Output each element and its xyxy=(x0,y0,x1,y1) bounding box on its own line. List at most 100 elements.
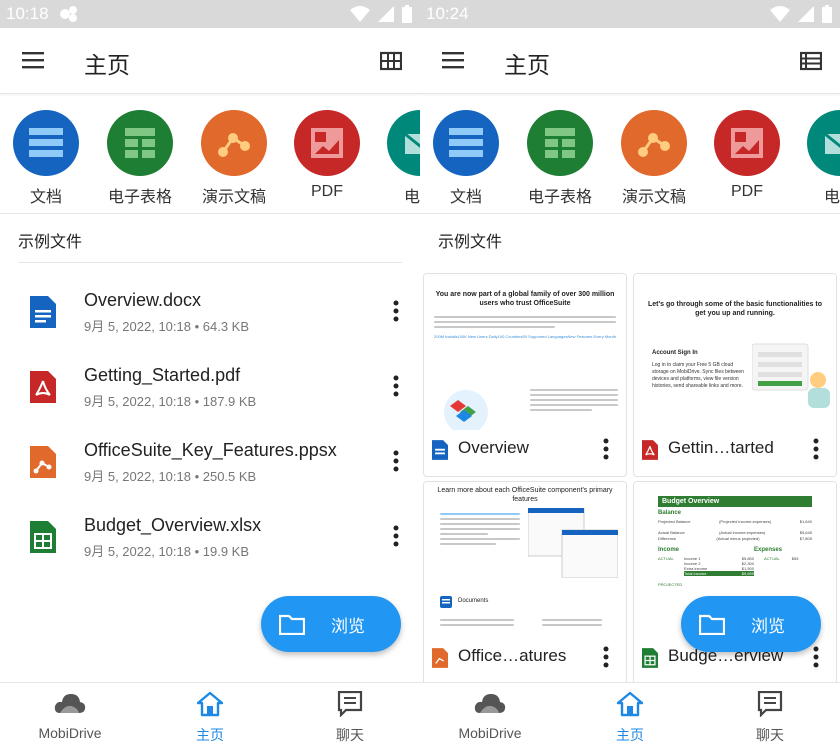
more-vert-icon[interactable] xyxy=(392,450,400,472)
more-vert-icon[interactable] xyxy=(602,438,610,460)
right-screen: 10:24 主页 文档 电子表格 演示文稿 PDF 电 示例文件 You are… xyxy=(420,0,840,747)
xlsx-file-icon xyxy=(30,521,56,553)
category-spreadsheets[interactable]: 电子表格 xyxy=(104,110,176,207)
browse-label: 浏览 xyxy=(331,617,365,636)
category-label: 演示文稿 xyxy=(621,189,686,206)
nav-label: MobiDrive xyxy=(38,725,102,741)
nav-chat[interactable]: 聊天 xyxy=(720,691,820,745)
category-documents[interactable]: 文档 xyxy=(430,110,502,207)
app-bar: 主页 xyxy=(420,28,840,94)
nav-chat[interactable]: 聊天 xyxy=(300,691,400,745)
budget-balance: Balance xyxy=(658,510,682,516)
category-label: 文档 xyxy=(29,189,62,206)
budget-value: $7,805 xyxy=(799,536,812,541)
browse-button[interactable]: 浏览 xyxy=(261,596,401,652)
presentations-icon xyxy=(201,110,267,176)
category-presentations[interactable]: 演示文稿 xyxy=(198,110,270,207)
pdf-file-icon xyxy=(30,371,56,403)
category-label: PDF xyxy=(731,183,763,200)
app-screens-illustration xyxy=(528,508,618,578)
nav-home[interactable]: 主页 xyxy=(160,691,260,745)
email-icon xyxy=(807,110,840,176)
file-row-budget[interactable]: Budget_Overview.xlsx 9月 5, 2022, 10:18 •… xyxy=(0,511,420,585)
stat: New Features Every Month xyxy=(567,334,616,339)
pdf-file-icon xyxy=(642,440,658,460)
file-name: Gettin…tarted xyxy=(668,438,774,457)
category-label: 电子 xyxy=(403,189,420,206)
budget-title: Budget Overview xyxy=(658,496,812,507)
more-vert-icon[interactable] xyxy=(392,525,400,547)
expense-value: $55 xyxy=(791,556,799,561)
budget-label: Projected Balance xyxy=(658,519,691,524)
category-documents[interactable]: 文档 xyxy=(10,110,82,207)
budget-label: Actual Balance xyxy=(658,530,685,535)
bottom-nav: MobiDrive 主页 聊天 xyxy=(0,682,420,747)
category-email[interactable]: 电子 xyxy=(384,110,420,207)
category-presentations[interactable]: 演示文稿 xyxy=(618,110,690,207)
file-card-getting-started[interactable]: Let's go through some of the basic funct… xyxy=(633,273,837,477)
wifi-icon xyxy=(770,6,790,22)
signal-icon xyxy=(798,6,814,22)
suite-illustration xyxy=(444,390,488,430)
category-label: 电子表格 xyxy=(527,189,592,206)
docx-file-icon xyxy=(432,440,448,460)
file-card-key-features[interactable]: Learn more about each OfficeSuite compon… xyxy=(423,481,627,685)
left-screen: 10:18 主页 文档 电子表格 演示文稿 PDF 电 示例文件 Overvie… xyxy=(0,0,420,747)
signal-icon xyxy=(378,6,394,22)
ppsx-file-icon xyxy=(30,446,56,478)
cloud-icon xyxy=(474,694,506,713)
category-pdf[interactable]: PDF xyxy=(291,110,363,201)
more-vert-icon[interactable] xyxy=(392,300,400,322)
budget-income: Income xyxy=(658,547,680,553)
more-vert-icon[interactable] xyxy=(602,646,610,668)
file-name: Office…atures xyxy=(458,646,567,665)
menu-icon[interactable] xyxy=(442,51,464,69)
grid-view-icon[interactable] xyxy=(380,51,402,71)
file-row-overview[interactable]: Overview.docx 9月 5, 2022, 10:18 • 64.3 K… xyxy=(0,286,420,360)
folder-icon xyxy=(279,614,305,635)
category-email[interactable]: 电子 xyxy=(804,110,840,207)
nav-mobidrive[interactable]: MobiDrive xyxy=(20,691,120,741)
file-thumbnail: Let's go through some of the basic funct… xyxy=(634,274,836,432)
presentations-icon xyxy=(621,110,687,176)
category-label: 电子 xyxy=(823,189,840,206)
thumb-title: Learn more about each OfficeSuite compon… xyxy=(437,487,613,503)
chat-icon xyxy=(337,691,363,717)
file-meta: 9月 5, 2022, 10:18 • 64.3 KB xyxy=(84,319,250,334)
cloud-icon xyxy=(54,694,86,713)
budget-value: $1,640 xyxy=(799,519,812,524)
browse-label: 浏览 xyxy=(751,617,785,636)
income-label: Total income xyxy=(684,571,707,576)
budget-projected: PROJECTED xyxy=(658,582,683,587)
more-vert-icon[interactable] xyxy=(392,375,400,397)
notification-icon xyxy=(60,6,77,22)
budget-actual: ACTUAL xyxy=(658,556,674,561)
battery-icon xyxy=(822,5,832,23)
bottom-nav: MobiDrive 主页 聊天 xyxy=(420,682,840,747)
battery-icon xyxy=(402,5,412,23)
list-view-icon[interactable] xyxy=(800,51,822,71)
thumb-subtitle: Documents xyxy=(458,598,489,604)
file-card-budget[interactable]: Budget Overview Balance Projected Balanc… xyxy=(633,481,837,685)
nav-label: 聊天 xyxy=(756,727,784,743)
category-pdf[interactable]: PDF xyxy=(711,110,783,201)
file-card-overview[interactable]: You are now part of a global family of o… xyxy=(423,273,627,477)
income-value: $9,699 xyxy=(741,571,754,576)
menu-icon[interactable] xyxy=(22,51,44,69)
pdf-icon xyxy=(294,110,360,176)
more-vert-icon[interactable] xyxy=(812,438,820,460)
browse-button[interactable]: 浏览 xyxy=(681,596,821,652)
ppsx-file-icon xyxy=(432,648,448,668)
more-vert-icon[interactable] xyxy=(812,646,820,668)
file-name: Overview xyxy=(458,438,529,457)
file-row-getting-started[interactable]: Getting_Started.pdf 9月 5, 2022, 10:18 • … xyxy=(0,361,420,435)
spreadsheets-icon xyxy=(527,110,593,176)
nav-home[interactable]: 主页 xyxy=(580,691,680,745)
budget-note: (Actual income-expenses) xyxy=(719,530,766,535)
nav-mobidrive[interactable]: MobiDrive xyxy=(440,691,540,741)
category-spreadsheets[interactable]: 电子表格 xyxy=(524,110,596,207)
section-title: 示例文件 xyxy=(18,234,83,251)
file-row-key-features[interactable]: OfficeSuite_Key_Features.ppsx 9月 5, 2022… xyxy=(0,436,420,510)
file-meta: 9月 5, 2022, 10:18 • 187.9 KB xyxy=(84,394,257,409)
thumb-title: You are now part of a global family of o… xyxy=(435,291,615,307)
